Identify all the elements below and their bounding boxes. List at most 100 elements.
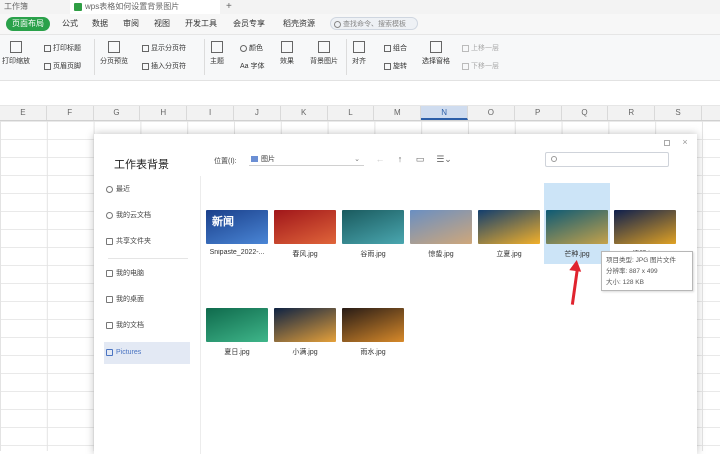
file-item[interactable]: 小满.jpg	[272, 308, 338, 357]
file-name: Snipaste_2022-...	[209, 249, 265, 256]
command-search-input[interactable]: 查找命令、搜索模板	[330, 17, 418, 30]
formula-bar[interactable]	[0, 81, 720, 106]
sidebar-item-shared-folder[interactable]: 共享文件夹	[104, 232, 190, 252]
documents-icon	[106, 322, 113, 329]
column-header-k[interactable]: K	[281, 106, 328, 120]
file-name: 惊蛰.jpg	[428, 251, 454, 258]
ribbon-divider	[94, 39, 95, 75]
menu-view[interactable]: 视图	[154, 17, 170, 31]
column-header-l[interactable]: L	[328, 106, 375, 120]
selection-pane-button[interactable]: 选择窗格	[422, 41, 450, 66]
tooltip-resolution: 分辨率: 887 x 499	[606, 268, 658, 275]
sidebar-item-desktop[interactable]: 我的桌面	[104, 290, 190, 310]
image-thumbnail	[614, 210, 676, 244]
print-title-button[interactable]: 打印标题	[44, 43, 81, 53]
align-button[interactable]: 对齐	[352, 41, 366, 66]
title-bar: 工作簿 wps表格如何设置背景图片 +	[0, 0, 720, 15]
column-header-m[interactable]: M	[374, 106, 422, 120]
column-header-i[interactable]: I	[187, 106, 234, 120]
color-button[interactable]: 颜色	[240, 43, 263, 53]
file-name: 春风.jpg	[292, 251, 318, 258]
column-header-row: EFGHIJKLMNOPQRS	[0, 106, 720, 121]
font-button[interactable]: Aa 字体	[240, 61, 265, 71]
file-item[interactable]: 春风.jpg	[272, 210, 338, 259]
close-icon[interactable]: ×	[681, 138, 689, 147]
column-header-q[interactable]: Q	[562, 106, 609, 120]
column-header-n[interactable]: N	[421, 106, 468, 120]
desktop-icon	[106, 296, 113, 303]
column-header-h[interactable]: H	[140, 106, 188, 120]
group-button[interactable]: 组合	[384, 43, 407, 53]
send-backward-button[interactable]: 下移一层	[462, 61, 499, 71]
column-header-g[interactable]: G	[94, 106, 141, 120]
column-header-s[interactable]: S	[655, 106, 702, 120]
ribbon-divider	[204, 39, 205, 75]
header-footer-button[interactable]: 页眉页脚	[44, 61, 81, 71]
print-scale-button[interactable]: 打印缩放	[2, 41, 30, 66]
page-preview-button[interactable]: 分页预览	[100, 41, 128, 66]
folder-icon	[251, 156, 258, 162]
column-header-j[interactable]: J	[234, 106, 281, 120]
pictures-folder-icon	[106, 349, 113, 356]
file-item[interactable]: 雨水.jpg	[340, 308, 406, 357]
sidebar-item-cloud-docs[interactable]: 我的云文档	[104, 206, 190, 226]
image-thumbnail	[274, 308, 336, 342]
tab-document[interactable]: wps表格如何设置背景图片	[70, 0, 220, 14]
selection-pane-icon	[430, 41, 442, 53]
insert-pagebreak-button[interactable]: 插入分页符	[142, 61, 186, 71]
sidebar-item-recent[interactable]: 最近	[104, 180, 190, 200]
menu-formula[interactable]: 公式	[62, 17, 78, 31]
menu-developer[interactable]: 开发工具	[185, 17, 217, 31]
file-item[interactable]: 谷雨.jpg	[340, 210, 406, 259]
effect-button[interactable]: 效果	[280, 41, 294, 66]
cloud-icon	[106, 212, 113, 219]
sidebar-item-pictures[interactable]: Pictures	[104, 342, 190, 364]
sidebar-divider	[108, 258, 188, 259]
tab-workbook[interactable]: 工作簿	[0, 0, 66, 14]
show-pagebreak-checkbox[interactable]: 显示分页符	[142, 43, 186, 53]
ribbon-divider	[346, 39, 347, 75]
restore-icon[interactable]	[664, 140, 670, 146]
rotate-icon	[384, 62, 391, 70]
theme-button[interactable]: 主题	[210, 41, 224, 66]
search-input[interactable]	[545, 152, 669, 167]
new-folder-icon[interactable]: ▭	[414, 153, 426, 165]
column-header-r[interactable]: R	[608, 106, 656, 120]
location-value: 图片	[261, 156, 275, 163]
sidebar-item-my-computer[interactable]: 我的电脑	[104, 264, 190, 284]
column-header-f[interactable]: F	[47, 106, 94, 120]
ribbon-toolbar: 打印缩放 打印标题 页眉页脚 分页预览 显示分页符 插入分页符 主题 颜色 Aa…	[0, 35, 720, 81]
group-icon	[384, 44, 391, 52]
menu-data[interactable]: 数据	[92, 17, 108, 31]
sheet-background-dialog: × 工作表背景 最近 我的云文档 共享文件夹 我的电脑 我的桌面 我的文档 Pi…	[94, 134, 697, 454]
menu-review[interactable]: 审阅	[123, 17, 139, 31]
align-icon	[353, 41, 365, 53]
header-footer-icon	[44, 62, 51, 70]
file-name: 小满.jpg	[292, 349, 318, 356]
bring-forward-button[interactable]: 上移一层	[462, 43, 499, 53]
location-dropdown[interactable]: 图片 ⌄	[249, 153, 364, 166]
back-icon[interactable]: ←	[374, 153, 386, 165]
background-image-button[interactable]: 背景图片	[310, 41, 338, 66]
spreadsheet-icon	[74, 2, 82, 11]
file-item[interactable]: 夏日.jpg	[204, 308, 270, 357]
sidebar-item-documents[interactable]: 我的文档	[104, 316, 190, 336]
file-item[interactable]: 立夏.jpg	[476, 210, 542, 259]
search-icon	[334, 21, 341, 28]
file-name: 立夏.jpg	[496, 251, 522, 258]
menu-member[interactable]: 会员专享	[233, 17, 265, 31]
image-thumbnail	[342, 308, 404, 342]
file-item[interactable]: 新闻 Snipaste_2022-...	[204, 210, 270, 256]
menu-bar: 页面布局 公式 数据 审阅 视图 开发工具 会员专享 稻壳资源 查找命令、搜索模…	[0, 14, 720, 35]
column-header-p[interactable]: P	[515, 106, 562, 120]
column-header-e[interactable]: E	[0, 106, 47, 120]
menu-page-layout[interactable]: 页面布局	[6, 17, 50, 31]
column-header-o[interactable]: O	[468, 106, 515, 120]
view-mode-icon[interactable]: ☰⌄	[434, 153, 454, 165]
menu-docer-resources[interactable]: 稻壳资源	[283, 17, 315, 31]
new-tab-button[interactable]: +	[222, 0, 236, 14]
file-item[interactable]: 惊蛰.jpg	[408, 210, 474, 259]
rotate-button[interactable]: 旋转	[384, 61, 407, 71]
up-folder-icon[interactable]: ↑	[394, 153, 406, 165]
image-thumbnail	[342, 210, 404, 244]
